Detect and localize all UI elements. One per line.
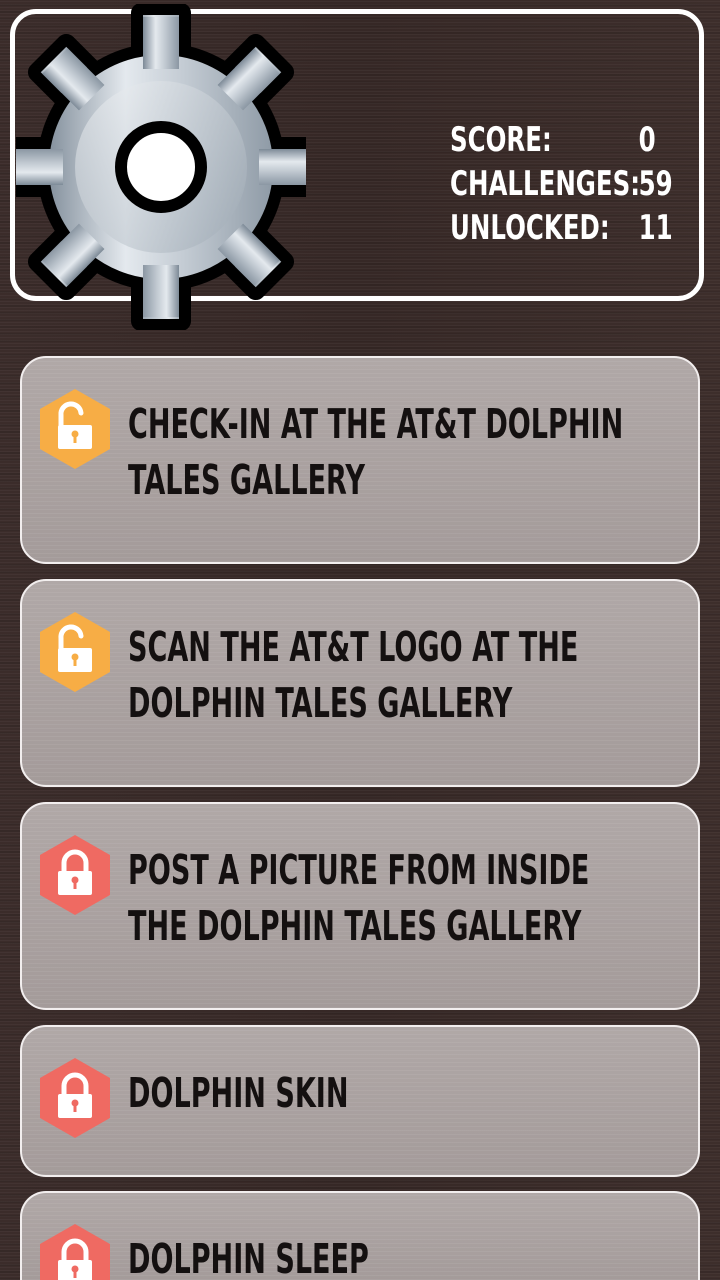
challenge-card[interactable]: DOLPHIN SKIN [20, 1025, 700, 1177]
challenge-card[interactable]: CHECK-IN AT THE AT&T DOLPHIN TALES GALLE… [20, 356, 700, 564]
challenge-title: DOLPHIN SLEEP [128, 1235, 369, 1280]
stat-value: 11 [638, 208, 673, 248]
challenge-card[interactable]: SCAN THE AT&T LOGO AT THE DOLPHIN TALES … [20, 579, 700, 787]
gear-icon[interactable] [16, 4, 306, 330]
locked-padlock-icon [40, 1224, 110, 1280]
challenge-card[interactable]: POST A PICTURE FROM INSIDE THE DOLPHIN T… [20, 802, 700, 1010]
challenge-title: POST A PICTURE FROM INSIDE THE DOLPHIN T… [128, 846, 590, 950]
stat-value: 0 [638, 120, 656, 160]
stat-label: SCORE: [450, 120, 552, 160]
stats-panel: SCORE: 0 CHALLENGES: 59 UNLOCKED: 11 [450, 118, 673, 250]
stat-value: 59 [638, 164, 673, 204]
locked-padlock-icon [40, 835, 110, 915]
unlocked-padlock-icon [40, 389, 110, 469]
unlocked-padlock-icon [40, 612, 110, 692]
stat-label: CHALLENGES: [450, 164, 641, 204]
locked-padlock-icon [40, 1058, 110, 1138]
stat-label: UNLOCKED: [450, 208, 610, 248]
challenge-title: SCAN THE AT&T LOGO AT THE DOLPHIN TALES … [128, 623, 579, 727]
stat-challenges: CHALLENGES: 59 [450, 162, 673, 206]
challenge-title: DOLPHIN SKIN [128, 1069, 349, 1117]
challenge-title: CHECK-IN AT THE AT&T DOLPHIN TALES GALLE… [128, 400, 624, 504]
stat-score: SCORE: 0 [450, 118, 656, 162]
stat-unlocked: UNLOCKED: 11 [450, 206, 673, 250]
challenge-card[interactable]: DOLPHIN SLEEP [20, 1191, 700, 1280]
